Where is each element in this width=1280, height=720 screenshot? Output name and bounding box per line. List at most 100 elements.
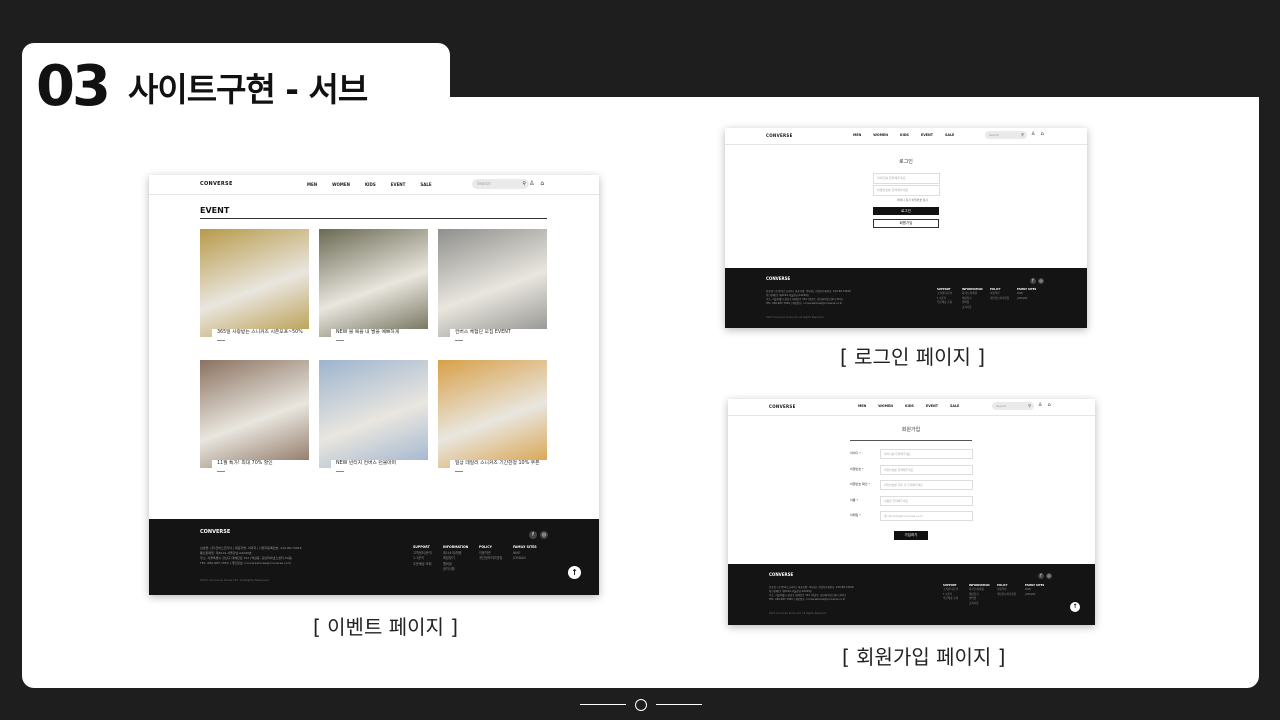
nav-item-sale[interactable]: SALE bbox=[945, 133, 954, 137]
nav-item-kids[interactable]: KIDS bbox=[900, 133, 909, 137]
event-page-screenshot: CONVERSE MEN WOMEN KIDS EVENT SALE Searc… bbox=[149, 175, 599, 595]
site-header: CONVERSE MEN WOMEN KIDS EVENT SALE Searc… bbox=[149, 175, 599, 195]
facebook-icon[interactable]: f bbox=[1030, 278, 1036, 284]
signup-field-input[interactable]: 예: abcdefg@converse.co.kr bbox=[880, 511, 973, 521]
signup-field-label: 이름 * bbox=[850, 497, 858, 502]
user-icon[interactable]: ♙ bbox=[1038, 402, 1042, 408]
instagram-icon[interactable]: ◎ bbox=[540, 531, 548, 539]
footer-company-line: 상호명: (주)컨버스코리아 | 대표자명: 이미희 | 사업자등록번호: 22… bbox=[200, 546, 302, 550]
footer-logo: CONVERSE bbox=[769, 572, 794, 577]
footer-col-information: INFORMATION 회사소개/채용 매장찾기 멤버쉽 공지사항 bbox=[962, 288, 983, 309]
footer-col-information: INFORMATION 회사소개/채용 매장찾기 멤버쉽 공지사항 bbox=[969, 584, 990, 605]
event-image[interactable] bbox=[438, 360, 547, 468]
footer-company-line: TEL: 080-987-7050 | 개인정보: conversekorea@… bbox=[769, 598, 846, 601]
nav-item-women[interactable]: WOMEN bbox=[878, 404, 893, 408]
site-logo[interactable]: CONVERSE bbox=[769, 404, 796, 409]
nav-item-sale[interactable]: SALE bbox=[950, 404, 959, 408]
instagram-icon[interactable]: ◎ bbox=[1038, 278, 1044, 284]
nav-item-sale[interactable]: SALE bbox=[420, 182, 431, 187]
site-footer: CONVERSE 상호명: (주)컨버스코리아 | 대표자명: 이미희 | 사업… bbox=[725, 268, 1087, 328]
user-icons: ♙ ⌂ bbox=[1038, 402, 1051, 408]
event-heading: EVENT bbox=[200, 206, 230, 215]
signup-field-input[interactable]: 아이디를 입력해주세요 bbox=[880, 449, 973, 459]
signup-field-input[interactable]: 이름을 입력해주세요 bbox=[880, 495, 973, 506]
find-account-links[interactable]: 아이디 찾기 비밀번호 찾기 bbox=[897, 198, 928, 202]
event-item-label[interactable]: 11월 특가! 최대 70% 할인 bbox=[212, 460, 315, 472]
id-input[interactable]: 아이디를 입력해주세요 bbox=[873, 173, 940, 184]
event-item-label[interactable]: NEW 블 복을 내 발을 예쁘하게 bbox=[331, 329, 434, 341]
footer-col-support: SUPPORT 고객센터/문의 1:1문의 주문배송 조회 bbox=[937, 288, 953, 305]
scroll-top-button[interactable]: ↑ bbox=[568, 566, 581, 579]
user-icons: ♙ ⌂ bbox=[1031, 131, 1044, 137]
footer-col-policy: POLICY 이용약관 개인정보처리방침 bbox=[990, 288, 1010, 300]
search-icon[interactable]: ⚲ bbox=[1028, 402, 1031, 410]
footer-col-information: INFORMATION 회사소개/채용 매장찾기 멤버쉽 공지사항 bbox=[443, 545, 469, 571]
pager-dot[interactable] bbox=[635, 699, 647, 711]
user-icon[interactable]: ♙ bbox=[529, 180, 534, 187]
search-icon[interactable]: ⚲ bbox=[522, 179, 526, 189]
nav-item-women[interactable]: WOMEN bbox=[873, 133, 888, 137]
footer-logo: CONVERSE bbox=[200, 529, 231, 535]
scroll-top-button[interactable]: ↑ bbox=[1070, 602, 1080, 612]
footer-copyright: 2023 Converse Korea Ltd. All Rights Rese… bbox=[766, 316, 824, 319]
pager-line-right bbox=[656, 704, 702, 705]
nav-item-men[interactable]: MEN bbox=[853, 133, 861, 137]
signup-field-input[interactable]: 비밀번호를 한번 더 입력해주세요 bbox=[880, 480, 973, 490]
signup-title: 회원가입 bbox=[901, 427, 921, 433]
nav-item-event[interactable]: EVENT bbox=[921, 133, 933, 137]
event-image[interactable] bbox=[200, 229, 309, 337]
site-logo[interactable]: CONVERSE bbox=[766, 133, 793, 138]
footer-logo: CONVERSE bbox=[766, 276, 791, 281]
event-image[interactable] bbox=[319, 229, 428, 337]
login-button[interactable]: 로그인 bbox=[873, 207, 939, 215]
signup-title-underline bbox=[850, 440, 972, 441]
nav-item-men[interactable]: MEN bbox=[858, 404, 866, 408]
footer-social: f ◎ bbox=[1038, 573, 1052, 579]
event-page-caption: [ 이벤트 페이지 ] bbox=[313, 615, 459, 639]
nav-item-event[interactable]: EVENT bbox=[926, 404, 938, 408]
cart-icon[interactable]: ⌂ bbox=[540, 180, 544, 187]
cart-icon[interactable]: ⌂ bbox=[1047, 402, 1050, 408]
cart-icon[interactable]: ⌂ bbox=[1040, 131, 1043, 137]
signup-field-label: 비밀번호 * bbox=[850, 466, 864, 471]
site-nav: MEN WOMEN KIDS EVENT SALE bbox=[853, 133, 954, 137]
event-image[interactable] bbox=[200, 360, 309, 468]
facebook-icon[interactable]: f bbox=[529, 531, 537, 539]
slide-pager[interactable] bbox=[580, 698, 702, 712]
search-input[interactable]: Search ⚲ bbox=[472, 179, 529, 189]
signup-field-label: 이메일 * bbox=[850, 513, 861, 517]
user-icon[interactable]: ♙ bbox=[1031, 131, 1035, 137]
join-button[interactable]: 회원가입 bbox=[873, 219, 939, 228]
event-item-label[interactable]: NEW 빈티지 컨버스 런볼마퍼 bbox=[331, 460, 434, 472]
site-footer: CONVERSE 상호명: (주)컨버스코리아 | 대표자명: 이미희 | 사업… bbox=[728, 564, 1095, 625]
event-item-label[interactable]: 일상 데일리 스니커즈 기간한정 10% 쿠폰 bbox=[450, 460, 553, 472]
nav-item-kids[interactable]: KIDS bbox=[365, 182, 376, 187]
footer-col-policy: POLICY 이용약관 개인정보처리방침 bbox=[479, 545, 503, 560]
site-nav: MEN WOMEN KIDS EVENT SALE bbox=[858, 404, 959, 408]
nav-item-event[interactable]: EVENT bbox=[391, 182, 406, 187]
footer-col-family-sites: FAMILY SITES NIKE JORDAN bbox=[1017, 288, 1037, 300]
footer-col-family-sites: FAMILY SITES NIKE JORDAN bbox=[513, 545, 537, 560]
signup-field-input[interactable]: 비밀번호를 입력해주세요 bbox=[880, 464, 973, 475]
event-item-label[interactable]: 365일 사랑받는 스니커즈 시즌오프~50% bbox=[212, 329, 315, 341]
event-item-label[interactable]: 컨버스 체험단 모집 EVENT bbox=[450, 329, 553, 341]
signup-page-caption: [ 회원가입 페이지 ] bbox=[842, 645, 1006, 669]
password-input[interactable]: 비밀번호를 입력해주세요 bbox=[873, 185, 940, 196]
footer-copyright: 2023 Converse Korea Ltd. All Rights Rese… bbox=[200, 578, 269, 582]
event-image[interactable] bbox=[438, 229, 547, 337]
search-input[interactable]: Search ⚲ bbox=[985, 131, 1027, 139]
facebook-icon[interactable]: f bbox=[1038, 573, 1044, 579]
signup-submit-button[interactable]: 가입하기 bbox=[894, 531, 928, 540]
search-input[interactable]: Search ⚲ bbox=[992, 402, 1034, 410]
event-image[interactable] bbox=[319, 360, 428, 468]
footer-col-family-sites: FAMILY SITES NIKE JORDAN bbox=[1025, 584, 1045, 596]
search-icon[interactable]: ⚲ bbox=[1021, 131, 1024, 139]
slide-number: 03 bbox=[36, 54, 111, 119]
nav-item-kids[interactable]: KIDS bbox=[905, 404, 914, 408]
nav-item-women[interactable]: WOMEN bbox=[332, 182, 350, 187]
instagram-icon[interactable]: ◎ bbox=[1046, 573, 1052, 579]
nav-item-men[interactable]: MEN bbox=[307, 182, 317, 187]
slide-title: 사이트구현 - 서브 bbox=[128, 70, 368, 109]
site-logo[interactable]: CONVERSE bbox=[200, 181, 233, 187]
signup-page-screenshot: CONVERSE MEN WOMEN KIDS EVENT SALE Searc… bbox=[728, 399, 1095, 625]
